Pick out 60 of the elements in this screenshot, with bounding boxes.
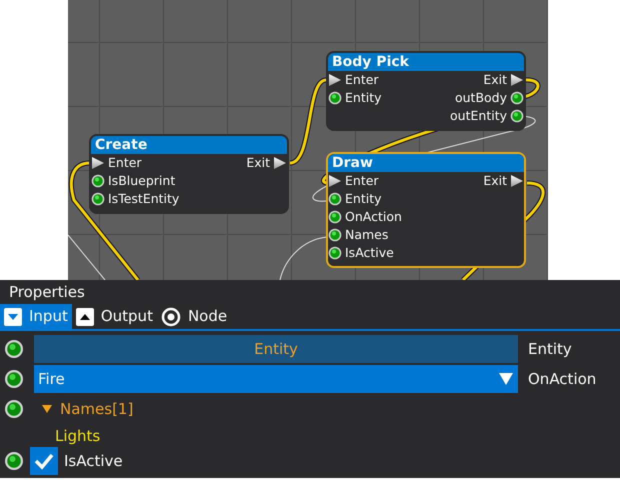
entity-field[interactable]: Entity (34, 335, 518, 363)
panel-title: Properties (8, 282, 86, 303)
port-label: outBody (454, 88, 507, 107)
tab[interactable]: Output (72, 304, 157, 329)
flow-port-icon (510, 174, 524, 188)
data-port-icon (328, 246, 342, 260)
data-port-icon (4, 339, 24, 359)
data-port-icon (328, 210, 342, 224)
port-label: Exit (483, 172, 507, 190)
flow-port-icon (91, 156, 105, 170)
tab[interactable]: Input (0, 304, 72, 329)
tab[interactable]: Node (156, 304, 232, 329)
expanded-arrow-icon (42, 405, 52, 413)
data-port-icon (328, 192, 342, 206)
port-label: Enter (345, 70, 379, 89)
graph-node[interactable]: Draw Enter Exit Entity OnAction Names IsActive (326, 152, 526, 268)
data-port-icon (510, 91, 524, 105)
wire (280, 236, 328, 280)
check-icon (34, 452, 54, 470)
checkbox[interactable] (30, 447, 58, 475)
port-label: IsTestEntity (108, 190, 180, 208)
flow-port-icon (328, 174, 342, 188)
graph-node[interactable]: Body Pick Enter Exit Entity outBody outEntity (326, 51, 526, 131)
port-label: Entity (345, 88, 382, 107)
graph-node[interactable]: Create Enter Exit IsBlueprint IsTestEntity (89, 134, 289, 214)
field-label: Entity (528, 338, 572, 360)
list-item: Lights (55, 427, 100, 445)
input-icon (4, 308, 22, 326)
data-port-icon (4, 451, 24, 471)
data-port-icon (4, 399, 24, 419)
port-label: Entity (345, 190, 382, 208)
port-label: outEntity (450, 106, 507, 125)
data-port-icon (4, 369, 24, 389)
node-title: Create (91, 136, 287, 154)
checkbox-label: IsActive (64, 450, 123, 472)
flow-port-icon (328, 73, 342, 87)
data-port-icon (91, 174, 105, 188)
port-label: Enter (345, 172, 379, 190)
node-canvas[interactable]: Body Pick Enter Exit Entity outBody outEntity Create Enter Exit IsBlueprint IsTestEntity Draw Enter Exit Entity OnAction Names IsActive (68, 0, 548, 280)
port-label: IsBlueprint (108, 172, 176, 190)
port-label: OnAction (345, 208, 402, 226)
field-label: OnAction (528, 368, 596, 390)
port-label: Exit (483, 70, 507, 89)
port-label: IsActive (345, 244, 394, 262)
dropdown[interactable]: Fire (34, 365, 518, 393)
flow-port-icon (510, 73, 524, 87)
port-label: Exit (246, 154, 270, 172)
data-port-icon (510, 109, 524, 123)
list-toggle[interactable]: Names[1] (34, 396, 140, 422)
port-label: Names (345, 226, 388, 244)
node-title: Draw (328, 154, 524, 172)
output-icon (76, 308, 94, 326)
target-icon (160, 306, 181, 326)
data-port-icon (91, 192, 105, 206)
port-label: Enter (108, 154, 142, 172)
caret-icon (498, 372, 514, 386)
node-title: Body Pick (328, 53, 524, 71)
flow-port-icon (273, 156, 287, 170)
data-port-icon (328, 91, 342, 105)
data-port-icon (328, 228, 342, 242)
